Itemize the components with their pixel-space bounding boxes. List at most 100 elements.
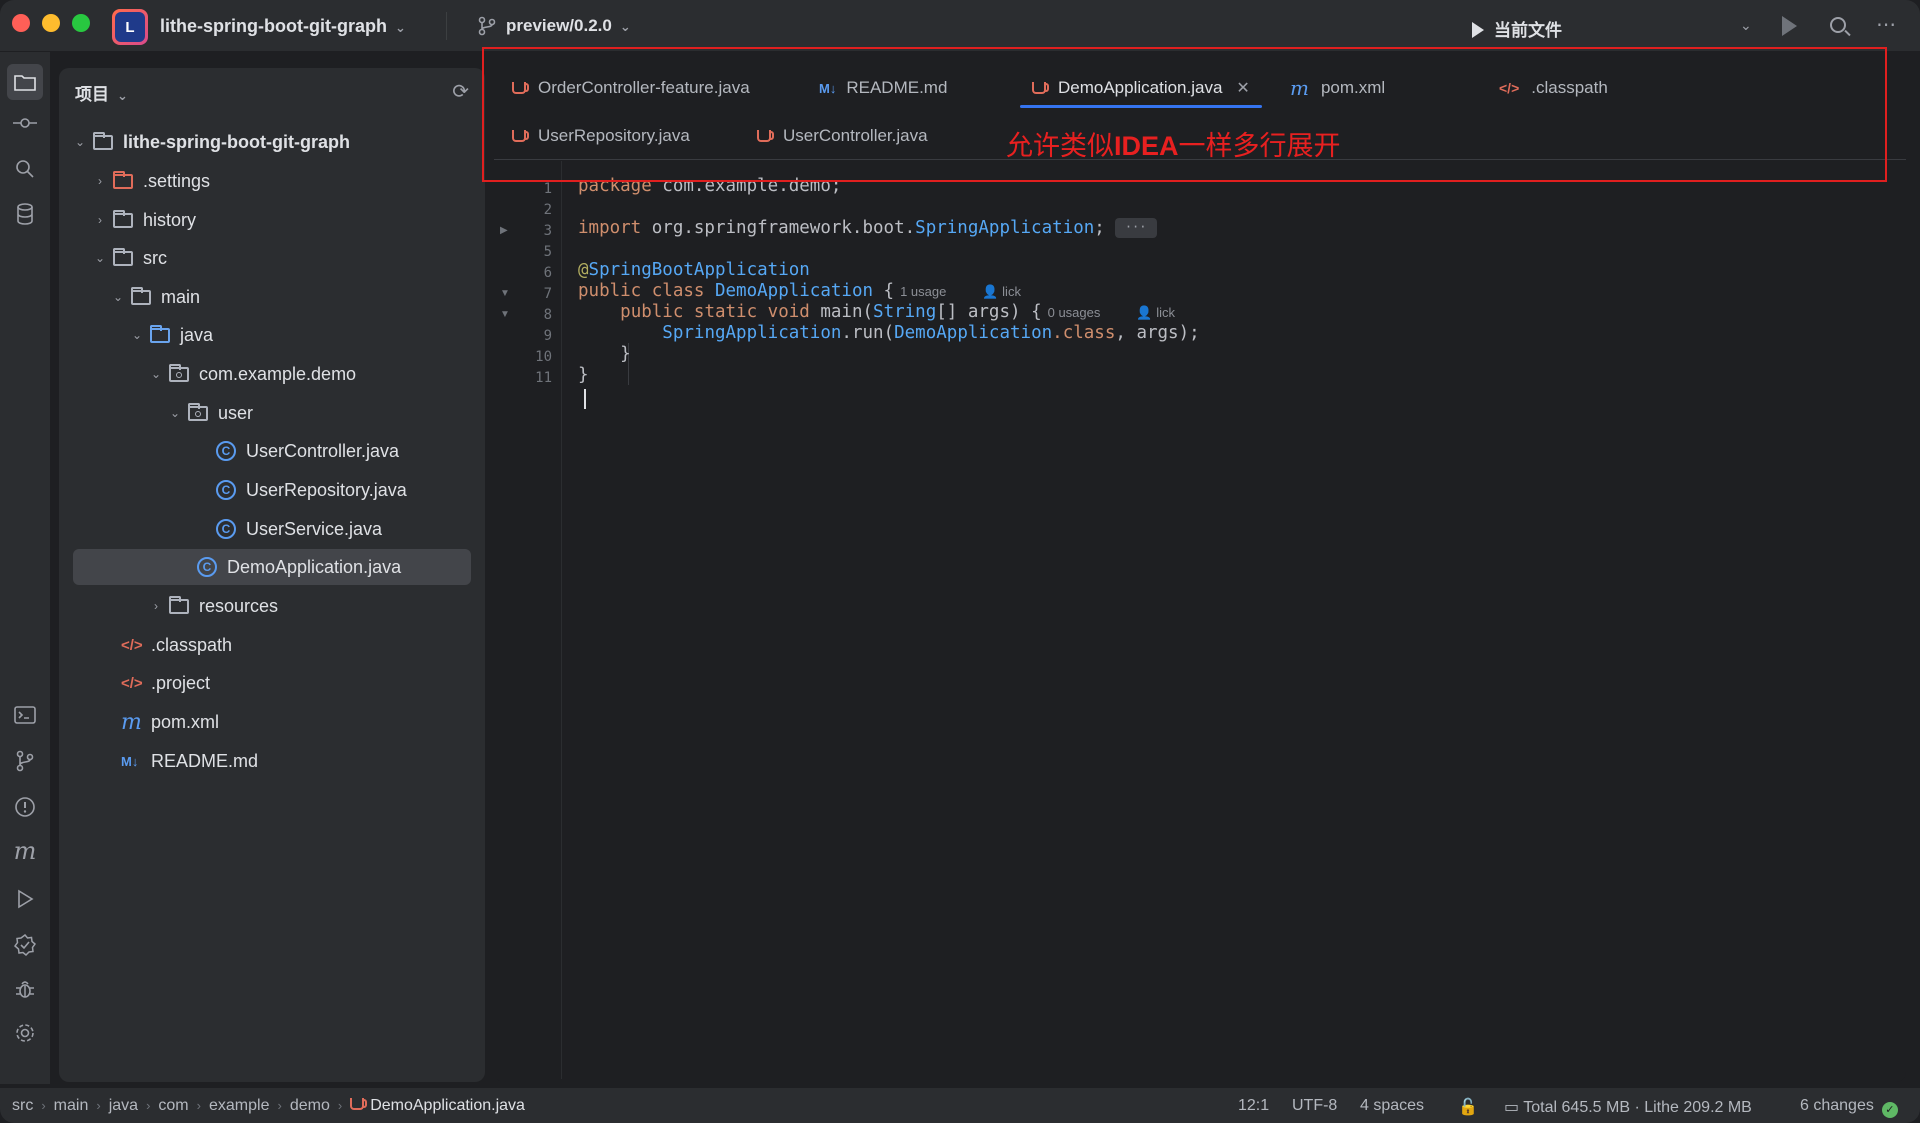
tree-item-label: pom.xml (151, 711, 220, 732)
memory-icon: ▭ (1504, 1099, 1520, 1116)
line-number: 3 (543, 223, 552, 239)
code-line-11: } (578, 365, 589, 385)
chevron-right-icon: › (196, 1098, 201, 1113)
search-icon[interactable] (12, 156, 38, 182)
chevron-right-icon[interactable]: › (149, 599, 163, 613)
problems-icon[interactable] (12, 794, 38, 820)
git-branch-icon (478, 16, 496, 36)
run-configuration-selector[interactable]: 当前文件 (1472, 16, 1562, 41)
tree-item-root[interactable]: ⌄ lithe-spring-boot-git-graph (73, 124, 350, 160)
code-line-7: public class DemoApplication {1 usage 👤 l… (578, 281, 1021, 301)
breadcrumb-item[interactable]: main (54, 1097, 89, 1114)
branch-name: preview/0.2.0 (506, 16, 612, 35)
usages-hint[interactable]: 1 usage (900, 284, 946, 299)
close-window-button[interactable] (12, 14, 30, 32)
branch-switcher[interactable]: preview/0.2.0 ⌄ (506, 16, 631, 36)
chevron-down-icon[interactable]: ⌄ (111, 290, 125, 304)
chevron-down-icon: ⌄ (619, 19, 631, 34)
project-logo-icon[interactable]: L (112, 9, 148, 45)
tree-item-classpath[interactable]: </> .classpath (121, 627, 232, 663)
database-icon[interactable] (12, 201, 38, 227)
tree-item-java[interactable]: ⌄ java (130, 317, 213, 353)
chevron-down-icon[interactable]: ⌄ (149, 367, 163, 381)
tree-item-readme[interactable]: M↓ README.md (121, 743, 258, 779)
breadcrumb-item[interactable]: demo (290, 1097, 330, 1114)
folder-icon (131, 286, 151, 305)
debug-icon[interactable] (12, 976, 38, 1002)
project-view-selector[interactable]: 项目 ⌄ (75, 80, 128, 105)
java-class-icon: C (197, 557, 217, 577)
breadcrumb-item[interactable]: java (109, 1097, 138, 1114)
markdown-icon: M↓ (121, 753, 139, 769)
chevron-right-icon[interactable]: › (93, 174, 107, 188)
tree-item-userservice[interactable]: C UserService.java (216, 511, 382, 547)
author-hint[interactable]: 👤 lick (982, 284, 1021, 299)
chevron-down-icon[interactable]: ⌄ (93, 251, 107, 265)
ide-window: L lithe-spring-boot-git-graph ⌄ preview/0… (0, 0, 1920, 1123)
tree-item-pom[interactable]: m pom.xml (121, 704, 219, 740)
folder-icon (113, 170, 133, 189)
tree-item-settings[interactable]: › .settings (93, 163, 210, 199)
tree-item-userrepository[interactable]: C UserRepository.java (216, 472, 407, 508)
chevron-down-icon[interactable]: ⌄ (73, 135, 87, 149)
project-folder-icon[interactable] (7, 64, 43, 100)
check-icon: ✓ (1881, 1102, 1898, 1118)
breadcrumb-item[interactable]: example (209, 1097, 269, 1114)
chevron-down-icon[interactable]: ⌄ (130, 328, 144, 342)
run-config-chevron-icon[interactable]: ⌄ (1740, 17, 1752, 34)
xml-file-icon: </> (121, 674, 143, 692)
code-line-8: public static void main(String[] args) {… (620, 302, 1175, 322)
tree-item-label: history (143, 209, 197, 230)
git-icon[interactable] (12, 748, 38, 774)
divider (446, 12, 447, 40)
file-encoding[interactable]: UTF-8 (1292, 1097, 1337, 1115)
caret-position[interactable]: 12:1 (1238, 1097, 1269, 1115)
tree-item-usercontroller[interactable]: C UserController.java (216, 433, 399, 469)
run-icon[interactable] (12, 886, 38, 912)
tree-item-history[interactable]: › history (93, 202, 196, 238)
line-number: 8 (543, 307, 552, 323)
project-switcher[interactable]: lithe-spring-boot-git-graph ⌄ (160, 16, 406, 37)
indent-setting[interactable]: 4 spaces (1360, 1097, 1424, 1115)
terminal-icon[interactable] (12, 702, 38, 728)
more-options-button[interactable]: ⋯ (1876, 12, 1897, 37)
java-class-icon: C (216, 480, 236, 500)
minimize-window-button[interactable] (42, 14, 60, 32)
run-button[interactable] (1782, 16, 1797, 36)
lock-icon[interactable]: 🔓 (1458, 1097, 1478, 1117)
tree-item-label: DemoApplication.java (227, 556, 402, 577)
tree-item-main[interactable]: ⌄ main (111, 279, 200, 315)
tree-item-package[interactable]: ⌄ com.example.demo (149, 356, 356, 392)
memory-indicator[interactable]: ▭ Total 645.5 MB · Lithe 209.2 MB (1504, 1097, 1752, 1117)
tree-item-user[interactable]: ⌄ user (168, 395, 253, 431)
project-name: lithe-spring-boot-git-graph (160, 16, 387, 36)
search-everywhere-button[interactable] (1830, 17, 1846, 33)
maven-icon[interactable]: m (12, 837, 38, 865)
folded-imports-chip[interactable]: ··· (1114, 218, 1157, 238)
refresh-icon[interactable]: ⟳ (452, 79, 469, 104)
tree-item-demoapplication[interactable]: C DemoApplication.java (73, 549, 471, 585)
chevron-down-icon[interactable]: ⌄ (168, 406, 182, 420)
zoom-window-button[interactable] (72, 14, 90, 32)
tree-item-label: UserController.java (246, 440, 400, 461)
tree-item-label: UserRepository.java (246, 479, 407, 500)
usages-hint[interactable]: 0 usages (1048, 305, 1101, 320)
breadcrumb-item[interactable]: src (12, 1097, 33, 1114)
line-number: 5 (543, 244, 552, 260)
breadcrumb-item[interactable]: com (158, 1097, 188, 1114)
tree-item-label: src (143, 247, 167, 268)
chevron-right-icon: › (41, 1098, 46, 1113)
breadcrumb-item[interactable]: DemoApplication.java (370, 1097, 525, 1114)
editor-area: OrderController-feature.java M↓ README.md… (494, 52, 1906, 1082)
chevron-right-icon: › (337, 1098, 343, 1113)
tree-item-src[interactable]: ⌄ src (93, 240, 167, 276)
status-bar: src › main › java › com › example › demo › DemoAppli… (0, 1088, 1920, 1123)
settings-gear-icon[interactable] (12, 1020, 38, 1046)
tree-item-project[interactable]: </> .project (121, 665, 210, 701)
chevron-right-icon[interactable]: › (93, 213, 107, 227)
tree-item-resources[interactable]: › resources (149, 588, 278, 624)
author-hint[interactable]: 👤 lick (1136, 305, 1175, 320)
changes-indicator[interactable]: 6 changes ✓ (1800, 1097, 1898, 1118)
services-icon[interactable] (12, 932, 38, 958)
commit-icon[interactable] (12, 110, 38, 136)
